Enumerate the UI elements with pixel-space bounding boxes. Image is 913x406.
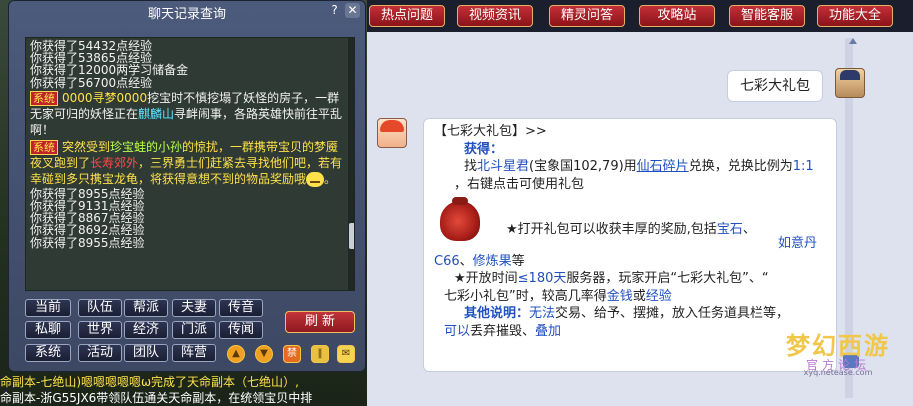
gift-bag-icon <box>440 197 480 241</box>
channel-current[interactable]: 当前 <box>25 299 71 317</box>
answer-title: 【七彩大礼包】>> <box>434 124 547 139</box>
channel-camp[interactable]: 阵营 <box>172 344 216 362</box>
nav-hot-questions[interactable]: 热点问题 <box>369 5 445 27</box>
channel-group[interactable]: 团队 <box>124 344 168 362</box>
player-name[interactable]: 0000寻梦0000 <box>62 91 147 105</box>
refresh-button[interactable]: 刷 新 <box>285 311 355 333</box>
channel-couple[interactable]: 夫妻 <box>172 299 216 317</box>
reward-link[interactable]: C66 <box>434 254 460 269</box>
channel-sect[interactable]: 门派 <box>172 321 216 339</box>
message-text: 。 <box>324 171 337 186</box>
npc-link[interactable]: 北斗星君 <box>477 159 529 174</box>
section-label: 其他说明： <box>464 306 530 321</box>
nav-all-functions[interactable]: 功能大全 <box>817 5 893 27</box>
answer-text: 交易、给予、摆摊，放入任务道具栏等， <box>555 306 790 321</box>
answer-text: 或 <box>632 288 646 304</box>
answer-text: ★开放时间 <box>454 271 518 286</box>
answer-text: 服务器，玩家开启“七彩大礼包”、“ <box>566 271 769 286</box>
screen: 聊天记录查询 ? ✕ 你获得了54432点经验 你获得了53865点经验 你获得… <box>0 0 913 406</box>
down-icon[interactable]: ▼ <box>255 345 273 363</box>
place-link[interactable]: 长寿郊外 <box>90 156 138 170</box>
answer-text: 、 <box>459 253 473 269</box>
reward-link[interactable]: 宝石 <box>717 222 743 237</box>
answer-text: 无法 <box>529 306 556 321</box>
answer-text: ★打开礼包可以收获丰厚的奖励,包括 <box>506 222 717 237</box>
game-chat-strip: 命副本-七绝山)嗯嗯嗯嗯嗯ω完成了天命副本（七绝山）, 命副本-浙G55JX6带… <box>0 374 367 406</box>
user-message-bubble: 七彩大礼包 <box>727 70 823 102</box>
log-scrollbar-thumb[interactable] <box>349 223 354 249</box>
channel-private[interactable]: 私聊 <box>25 321 71 339</box>
effect-line: ★打开礼包可以收获丰厚的奖励,包括宝石、 <box>506 221 836 239</box>
channel-team[interactable]: 队伍 <box>78 299 122 317</box>
section-label: 获得： <box>464 141 504 157</box>
answer-text: ，右键点击可使用礼包 <box>454 176 585 192</box>
bot-avatar <box>377 118 407 148</box>
assistant-panel: 热点问题 视频资讯 精灵问答 攻略站 智能客服 功能大全 七彩大礼包 【七彩大礼… <box>367 0 913 406</box>
message-text: 突然受到 <box>62 139 111 154</box>
up-icon[interactable]: ▲ <box>227 345 245 363</box>
item-link[interactable]: 仙石碎片 <box>637 159 689 174</box>
answer-text: 兑换，兑换比例为 <box>688 159 793 174</box>
game-chat-line: 命副本-浙G55JX6带领队伍通关天命副本，在统领宝贝中排 <box>0 391 313 405</box>
place-link[interactable]: 麒麟山 <box>138 107 174 121</box>
channel-world[interactable]: 世界 <box>78 321 122 339</box>
days-text: ≤180天 <box>517 271 567 286</box>
money-link[interactable]: 金钱 <box>607 289 633 304</box>
log-line: 你获得了8692点经验 <box>30 223 145 238</box>
help-button[interactable]: ? <box>327 3 342 18</box>
chat-log-area: 你获得了54432点经验 你获得了53865点经验 你获得了12000两学习储备… <box>25 37 355 291</box>
channel-guild[interactable]: 帮派 <box>124 299 168 317</box>
chat-log-titlebar[interactable]: 聊天记录查询 ? ✕ <box>9 1 365 22</box>
log-line: 你获得了8955点经验 <box>30 235 145 250</box>
game-logo: 梦幻西游 官方论坛 xyq.netease.com <box>763 326 913 377</box>
channel-economy[interactable]: 经济 <box>124 321 168 339</box>
top-nav: 热点问题 视频资讯 精灵问答 攻略站 智能客服 功能大全 <box>367 0 913 32</box>
mail-icon[interactable]: ✉ <box>337 345 355 363</box>
answer-text: 叠加 <box>535 323 562 339</box>
channel-rumor[interactable]: 传闻 <box>219 321 263 339</box>
nav-sprite-qa[interactable]: 精灵问答 <box>549 5 625 27</box>
system-tag: 系统 <box>30 90 58 106</box>
logo-url: xyq.netease.com <box>803 368 873 377</box>
answer-text: 丢弃摧毁、 <box>470 323 536 339</box>
log-scrollbar[interactable] <box>348 38 354 290</box>
chat-log-content: 你获得了54432点经验 你获得了53865点经验 你获得了12000两学习储备… <box>30 40 346 249</box>
answer-text: 等 <box>511 253 525 269</box>
chat-log-window: 聊天记录查询 ? ✕ 你获得了54432点经验 你获得了53865点经验 你获得… <box>8 0 366 372</box>
ratio-text: 1:1 <box>792 159 814 174</box>
gift-bag-row: ★打开礼包可以收获丰厚的奖励,包括宝石、 <box>434 193 828 251</box>
system-message: 系统 突然受到珍宝蛙的小孙的惊扰，一群携带宝贝的梦魇夜叉跑到了长寿郊外，三界勇士们… <box>30 139 346 187</box>
smile-emoji-icon <box>306 171 325 187</box>
pause-icon[interactable]: ‖ <box>311 345 329 363</box>
nav-smart-service[interactable]: 智能客服 <box>729 5 805 27</box>
nav-video-news[interactable]: 视频资讯 <box>457 5 533 27</box>
answer-text: 七彩小礼包”时，较高几率得 <box>444 288 607 304</box>
answer-text: 、 <box>742 222 756 237</box>
user-avatar <box>835 68 865 98</box>
npc-link[interactable]: 珍宝蛙的小孙 <box>110 140 182 154</box>
answer-text: 找 <box>464 159 478 174</box>
channel-whisper[interactable]: 传音 <box>219 299 263 317</box>
reward-link[interactable]: 修炼果 <box>473 254 512 269</box>
game-chat-line: 命副本-七绝山)嗯嗯嗯嗯嗯ω完成了天命副本（七绝山）, <box>0 375 299 389</box>
effect-line-2: C66、修炼果等 <box>434 253 828 271</box>
close-button[interactable]: ✕ <box>345 3 360 18</box>
nav-strategy[interactable]: 攻略站 <box>639 5 715 27</box>
scroll-up-icon[interactable] <box>849 38 857 44</box>
channel-activity[interactable]: 活动 <box>78 344 122 362</box>
answer-text: (宝象国102,79)用 <box>529 159 637 174</box>
log-line: 你获得了12000两学习储备金 <box>30 63 189 78</box>
system-tag: 系统 <box>30 139 58 155</box>
log-line: 你获得了56700点经验 <box>30 75 153 90</box>
system-message: 系统 0000寻梦0000挖宝时不慎挖塌了妖怪的房子，一群无家可归的妖怪正在麒麟山… <box>30 90 346 138</box>
exp-link[interactable]: 经验 <box>646 289 672 304</box>
chat-log-title: 聊天记录查询 <box>147 7 226 22</box>
answer-text: 可以 <box>444 323 471 339</box>
ban-icon[interactable]: 禁 <box>283 345 301 363</box>
channel-system[interactable]: 系统 <box>25 344 71 362</box>
